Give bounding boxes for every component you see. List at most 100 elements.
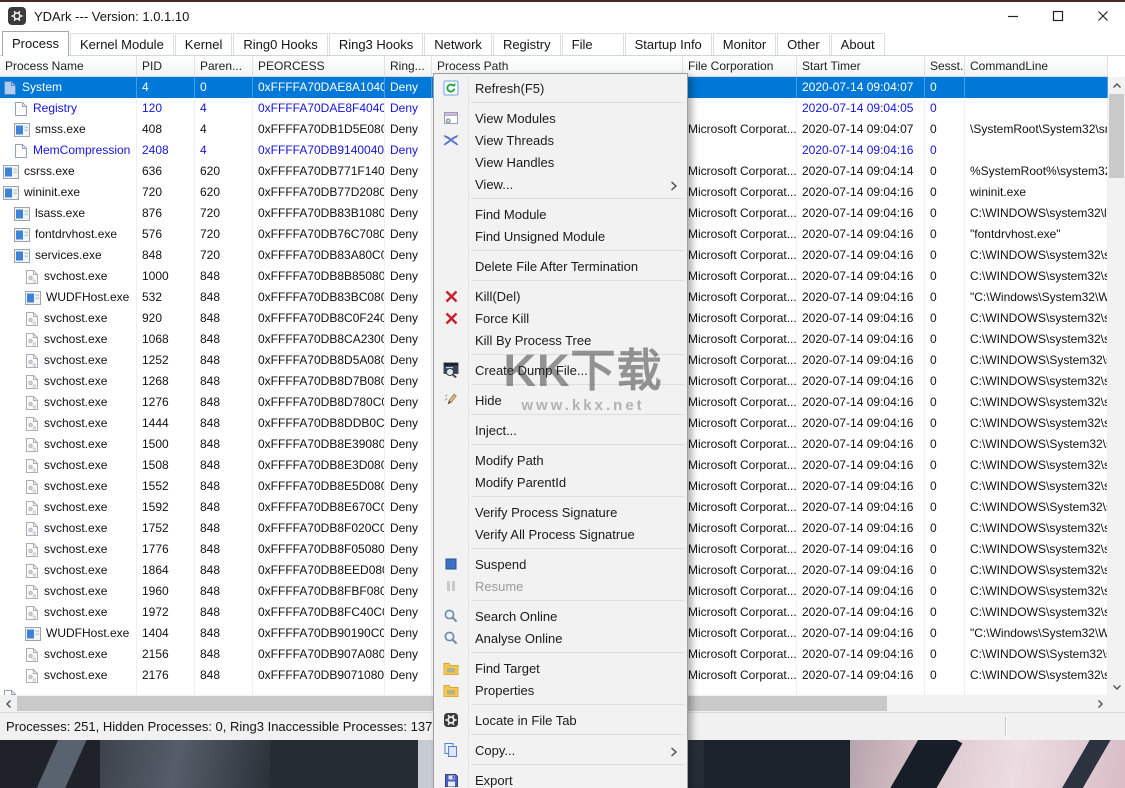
cell-commandline: C:\WINDOWS\system32\svch bbox=[965, 602, 1108, 623]
copy-icon bbox=[434, 742, 468, 758]
menu-item-delete-file-after-termination[interactable]: Delete File After Termination bbox=[434, 255, 687, 277]
menu-separator bbox=[471, 652, 684, 653]
tab-kernel-module[interactable]: Kernel Module bbox=[69, 33, 174, 55]
minimize-button[interactable] bbox=[990, 2, 1035, 30]
menu-item-search-online[interactable]: Search Online bbox=[434, 605, 687, 627]
menu-separator bbox=[471, 250, 684, 251]
cell-session: 0 bbox=[925, 140, 965, 161]
column-header-pid[interactable]: PID bbox=[137, 56, 195, 76]
cell-parent-pid: 0 bbox=[195, 77, 253, 98]
tab-about[interactable]: About bbox=[830, 33, 885, 55]
cell-start-timer: 2020-07-14 09:04:07 bbox=[797, 119, 925, 140]
menu-item-find-target[interactable]: Find Target bbox=[434, 657, 687, 679]
column-header-file-corporation[interactable]: File Corporation bbox=[683, 56, 797, 76]
cell-ring: Deny bbox=[385, 182, 432, 203]
cell-commandline: C:\WINDOWS\system32\svch bbox=[965, 560, 1108, 581]
menu-item-modify-path[interactable]: Modify Path bbox=[434, 449, 687, 471]
tab-file[interactable]: File bbox=[561, 33, 624, 55]
cell-process-name: System bbox=[0, 77, 137, 98]
cell-start-timer: 2020-07-14 09:04:16 bbox=[797, 287, 925, 308]
menu-item-find-module[interactable]: Find Module bbox=[434, 203, 687, 225]
menu-item-kill-by-process-tree[interactable]: Kill By Process Tree bbox=[434, 329, 687, 351]
menu-item-export[interactable]: Export bbox=[434, 769, 687, 788]
vertical-scrollbar-thumb[interactable] bbox=[1109, 94, 1124, 178]
cell-file-corporation: Microsoft Corporat... bbox=[683, 266, 797, 287]
application-process-icon bbox=[14, 248, 30, 263]
cell-commandline: C:\WINDOWS\system32\lsass bbox=[965, 203, 1108, 224]
maximize-button[interactable] bbox=[1035, 2, 1080, 30]
tab-ring0-hooks[interactable]: Ring0 Hooks bbox=[233, 33, 328, 55]
cell-ring: Deny bbox=[385, 665, 432, 686]
cell-parent-pid: 848 bbox=[195, 371, 253, 392]
menu-item-copy[interactable]: Copy... bbox=[434, 739, 687, 761]
tab-monitor[interactable]: Monitor bbox=[712, 33, 777, 55]
menu-item-label: Find Target bbox=[475, 660, 540, 676]
tab-process[interactable]: Process bbox=[2, 31, 69, 56]
scroll-left-button[interactable] bbox=[0, 695, 17, 712]
menu-item-view-threads[interactable]: View Threads bbox=[434, 129, 687, 151]
menu-item-view[interactable]: View... bbox=[434, 173, 687, 195]
cell-peorcess: 0xFFFFA70DB8E39080 bbox=[253, 434, 385, 455]
cell-commandline: C:\WINDOWS\system32\svch bbox=[965, 476, 1108, 497]
scroll-down-button[interactable] bbox=[1108, 678, 1125, 695]
tab-other[interactable]: Other bbox=[777, 33, 830, 55]
menu-item-refresh-f5[interactable]: Refresh(F5) bbox=[434, 77, 687, 99]
cell-start-timer: 2020-07-14 09:04:16 bbox=[797, 602, 925, 623]
menu-item-locate-in-file-tab[interactable]: Locate in File Tab bbox=[434, 709, 687, 731]
cell-process-name: svchost.exe bbox=[0, 329, 137, 350]
menu-item-view-handles[interactable]: View Handles bbox=[434, 151, 687, 173]
close-button[interactable] bbox=[1080, 2, 1125, 30]
scroll-right-button[interactable] bbox=[1091, 695, 1108, 712]
tab-registry[interactable]: Registry bbox=[492, 33, 561, 55]
process-name-text: wininit.exe bbox=[24, 185, 81, 199]
cell-pid: 1864 bbox=[137, 560, 195, 581]
column-header-peorcess[interactable]: PEORCESS bbox=[253, 56, 385, 76]
process-name-text: svchost.exe bbox=[44, 521, 108, 535]
scroll-up-button[interactable] bbox=[1108, 77, 1125, 94]
tab-network[interactable]: Network bbox=[424, 33, 492, 55]
vertical-scrollbar[interactable] bbox=[1108, 77, 1125, 695]
menu-item-properties[interactable]: Properties bbox=[434, 679, 687, 701]
menu-item-analyse-online[interactable]: Analyse Online bbox=[434, 627, 687, 649]
menu-item-label: Refresh(F5) bbox=[475, 80, 545, 96]
cell-start-timer: 2020-07-14 09:04:16 bbox=[797, 497, 925, 518]
column-header-sesst[interactable]: Sesst... bbox=[925, 56, 965, 76]
column-header-process-name[interactable]: Process Name bbox=[0, 56, 137, 76]
menu-item-suspend[interactable]: Suspend bbox=[434, 553, 687, 575]
menu-item-find-unsigned-module[interactable]: Find Unsigned Module bbox=[434, 225, 687, 247]
cell-file-corporation: Microsoft Corporat... bbox=[683, 245, 797, 266]
cell-commandline: "C:\Windows\System32\WUDF bbox=[965, 623, 1108, 644]
cell-start-timer: 2020-07-14 09:04:14 bbox=[797, 161, 925, 182]
column-header-ring[interactable]: Ring... bbox=[385, 56, 432, 76]
cell-pid: 2156 bbox=[137, 644, 195, 665]
cell-commandline: C:\WINDOWS\system32\svch bbox=[965, 371, 1108, 392]
column-header-paren[interactable]: Paren... bbox=[195, 56, 253, 76]
cell-pid: 120 bbox=[137, 98, 195, 119]
menu-item-view-modules[interactable]: View Modules bbox=[434, 107, 687, 129]
menu-item-verify-process-signature[interactable]: Verify Process Signature bbox=[434, 501, 687, 523]
menu-item-force-kill[interactable]: Force Kill bbox=[434, 307, 687, 329]
tab-kernel[interactable]: Kernel bbox=[174, 33, 233, 55]
service-process-icon bbox=[25, 458, 39, 474]
column-header-commandline[interactable]: CommandLine bbox=[965, 56, 1108, 76]
cell-ring: Deny bbox=[385, 560, 432, 581]
cell-start-timer: 2020-07-14 09:04:16 bbox=[797, 434, 925, 455]
tab-ring3-hooks[interactable]: Ring3 Hooks bbox=[328, 33, 424, 55]
cell-parent-pid: 848 bbox=[195, 455, 253, 476]
column-header-start-timer[interactable]: Start Timer bbox=[797, 56, 925, 76]
cell-peorcess: 0xFFFFA70DB907A080 bbox=[253, 644, 385, 665]
tab-startup-info[interactable]: Startup Info bbox=[624, 33, 712, 55]
cell-session: 0 bbox=[925, 350, 965, 371]
menu-item-kill-del[interactable]: Kill(Del) bbox=[434, 285, 687, 307]
menu-item-verify-all-process-signatrue[interactable]: Verify All Process Signatrue bbox=[434, 523, 687, 545]
menu-item-modify-parentid[interactable]: Modify ParentId bbox=[434, 471, 687, 493]
cell-peorcess: 0xFFFFA70DB8B85080 bbox=[253, 266, 385, 287]
search-icon bbox=[434, 630, 468, 646]
process-name-text: WUDFHost.exe bbox=[46, 290, 130, 304]
menu-item-create-dump-file[interactable]: Create Dump File... bbox=[434, 359, 687, 381]
application-process-icon bbox=[25, 626, 41, 641]
menu-item-hide[interactable]: Hide bbox=[434, 389, 687, 411]
window-controls bbox=[990, 2, 1125, 30]
menu-item-inject[interactable]: Inject... bbox=[434, 419, 687, 441]
cell-session: 0 bbox=[925, 98, 965, 119]
